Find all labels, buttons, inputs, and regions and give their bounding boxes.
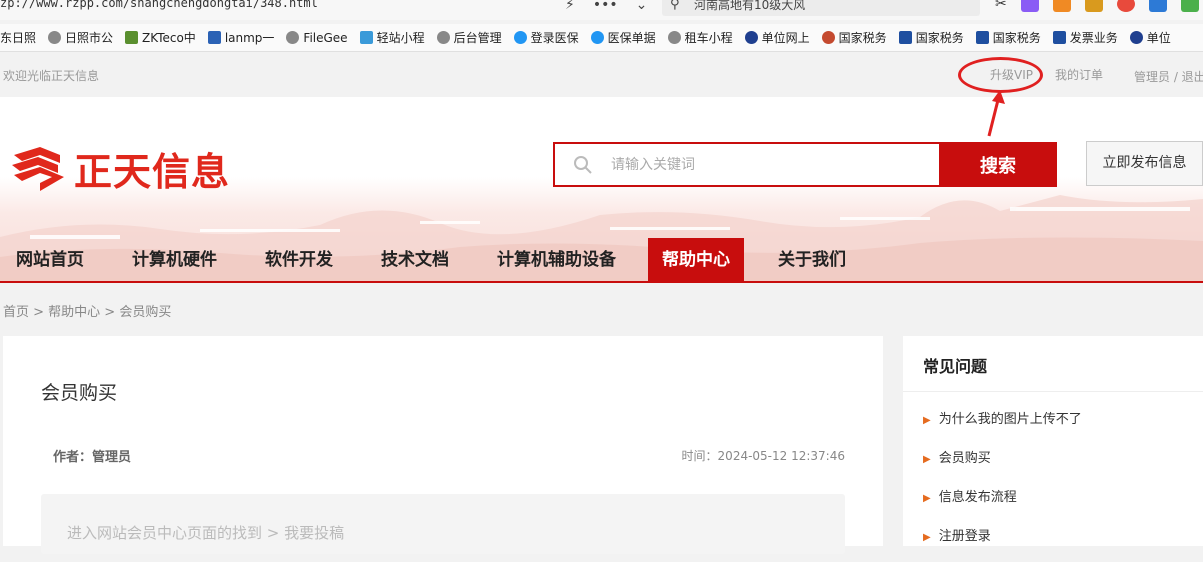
bookmark-item[interactable]: lanmp一 (202, 24, 281, 51)
globe-icon (286, 31, 300, 44)
article-title: 会员购买 (41, 382, 118, 404)
article-panel: 会员购买 作者：管理员 时间：2024-05-12 12:37:46 进入网站会… (3, 336, 883, 554)
triangle-right-icon: ▶ (923, 415, 931, 426)
bookmark-item[interactable]: 日照市公 (42, 24, 119, 51)
faq-item[interactable]: ▶ 为什么我的图片上传不了 (923, 406, 1082, 445)
faq-item[interactable]: ▶ 注册登录 (923, 523, 1082, 562)
scissors-icon[interactable]: ✂ (995, 0, 1007, 12)
bookmark-item[interactable]: 国家税务 (816, 24, 893, 51)
extension-icon-5[interactable] (1180, 0, 1199, 12)
globe-icon (48, 31, 62, 44)
tax-icon (898, 31, 912, 44)
bookmark-item[interactable]: 东日照 (0, 24, 42, 51)
bookmark-item[interactable]: 登录医保 (508, 24, 585, 51)
search-icon (574, 156, 592, 174)
bookmark-item[interactable]: 医保单据 (585, 24, 662, 51)
search-icon: ⚲ (670, 0, 680, 12)
nav-item-about[interactable]: 关于我们 (762, 238, 862, 283)
nav-item-docs[interactable]: 技术文档 (365, 238, 465, 283)
site-search: 搜索 (553, 142, 1057, 187)
faq-item[interactable]: ▶ 会员购买 (923, 445, 1082, 484)
article-body-text: 进入网站会员中心页面的找到 > 我要投稿 (67, 524, 345, 542)
bookmark-item[interactable]: ZKTeco中 (119, 24, 202, 51)
site-logo[interactable]: 正天信息 (10, 141, 230, 196)
swirl-icon (513, 31, 527, 44)
nav-item-hardware[interactable]: 计算机硬件 (116, 238, 233, 283)
faq-sidebar: 常见问题 ▶ 为什么我的图片上传不了 ▶ 会员购买 ▶ 信息发布流程 ▶ 注册登录 (903, 336, 1203, 546)
faq-item[interactable]: ▶ 信息发布流程 (923, 484, 1082, 523)
extension-icon-3[interactable] (1084, 0, 1103, 12)
welcome-text: 欢迎光临正天信息 (3, 69, 100, 83)
app-icon (359, 31, 373, 44)
logo-text: 正天信息 (74, 150, 231, 194)
triangle-right-icon: ▶ (923, 493, 931, 504)
chevron-down-icon[interactable]: ⌄ (636, 0, 648, 13)
nav-item-help-center[interactable]: 帮助中心 (648, 237, 744, 283)
article-time: 时间：2024-05-12 12:37:46 (681, 449, 845, 463)
browser-search-box[interactable]: ⚲ 河南高地有10级大风 (662, 0, 980, 16)
bookmark-item[interactable]: 轻站小程 (354, 24, 431, 51)
nav-divider (0, 281, 1203, 283)
nav-item-home[interactable]: 网站首页 (0, 238, 100, 283)
faq-list: ▶ 为什么我的图片上传不了 ▶ 会员购买 ▶ 信息发布流程 ▶ 注册登录 (923, 406, 1082, 562)
search-input[interactable] (611, 144, 931, 185)
admin-logout-link[interactable]: 管理员 / 退出 (1134, 68, 1203, 85)
article-body: 进入网站会员中心页面的找到 > 我要投稿 (41, 494, 845, 554)
badge-icon (1129, 31, 1143, 44)
nav-item-software[interactable]: 软件开发 (249, 238, 349, 283)
badge-icon (744, 31, 758, 44)
tax-icon (975, 31, 989, 44)
lightning-icon[interactable]: ⚡ (565, 0, 575, 13)
bookmark-item[interactable]: 单位网上 (739, 24, 816, 51)
extension-icon-2[interactable] (1052, 0, 1071, 12)
triangle-right-icon: ▶ (923, 532, 931, 543)
annotation-circle (958, 57, 1043, 93)
logo-mark-icon (12, 146, 64, 191)
bookmark-item[interactable]: 租车小程 (662, 24, 739, 51)
browser-address-bar: zp://www.rzpp.com/shangchengdongtai/348.… (0, 0, 1203, 20)
extension-icon-4[interactable] (1148, 0, 1167, 12)
site-header: 正天信息 搜索 立即发布信息 网站首页 计算机硬件 软件开发 技术文档 计算机辅… (0, 97, 1203, 283)
url-field[interactable]: zp://www.rzpp.com/shangchengdongtai/348.… (0, 0, 318, 10)
publish-info-button[interactable]: 立即发布信息 (1086, 141, 1203, 186)
globe-icon (667, 31, 681, 44)
my-orders-link[interactable]: 我的订单 (1055, 66, 1103, 83)
emblem-icon (821, 31, 835, 44)
bookmark-item[interactable]: 国家税务 (970, 24, 1047, 51)
bookmark-item[interactable]: FileGee (280, 24, 353, 51)
annotation-arrow-icon (987, 90, 1005, 137)
swirl-icon (590, 31, 604, 44)
bookmark-item[interactable]: 发票业务 (1047, 24, 1124, 51)
bookmark-item[interactable]: 国家税务 (893, 24, 970, 51)
bookmark-item[interactable]: 单位 (1124, 24, 1177, 51)
article-author: 作者：管理员 (53, 450, 132, 465)
bookmarks-bar: 东日照 日照市公 ZKTeco中 lanmp一 FileGee 轻站小程 后台管… (0, 24, 1203, 52)
extension-icon-1[interactable] (1020, 0, 1039, 12)
triangle-right-icon: ▶ (923, 454, 931, 465)
nav-item-peripherals[interactable]: 计算机辅助设备 (481, 238, 632, 283)
bookmark-item[interactable]: 后台管理 (431, 24, 508, 51)
tax-icon (1052, 31, 1066, 44)
main-nav: 网站首页 计算机硬件 软件开发 技术文档 计算机辅助设备 帮助中心 关于我们 (0, 237, 878, 283)
more-icon[interactable]: ••• (593, 0, 618, 13)
wp-icon (207, 31, 221, 44)
breadcrumb: 首页 > 帮助中心 > 会员购买 (3, 305, 172, 320)
browser-search-text: 河南高地有10级大风 (694, 0, 806, 12)
zkteco-icon (125, 31, 139, 44)
globe-icon (436, 31, 450, 44)
faq-title: 常见问题 (923, 357, 988, 376)
weibo-icon[interactable] (1116, 0, 1135, 12)
faq-divider (903, 391, 1203, 392)
search-button[interactable]: 搜索 (939, 142, 1057, 187)
